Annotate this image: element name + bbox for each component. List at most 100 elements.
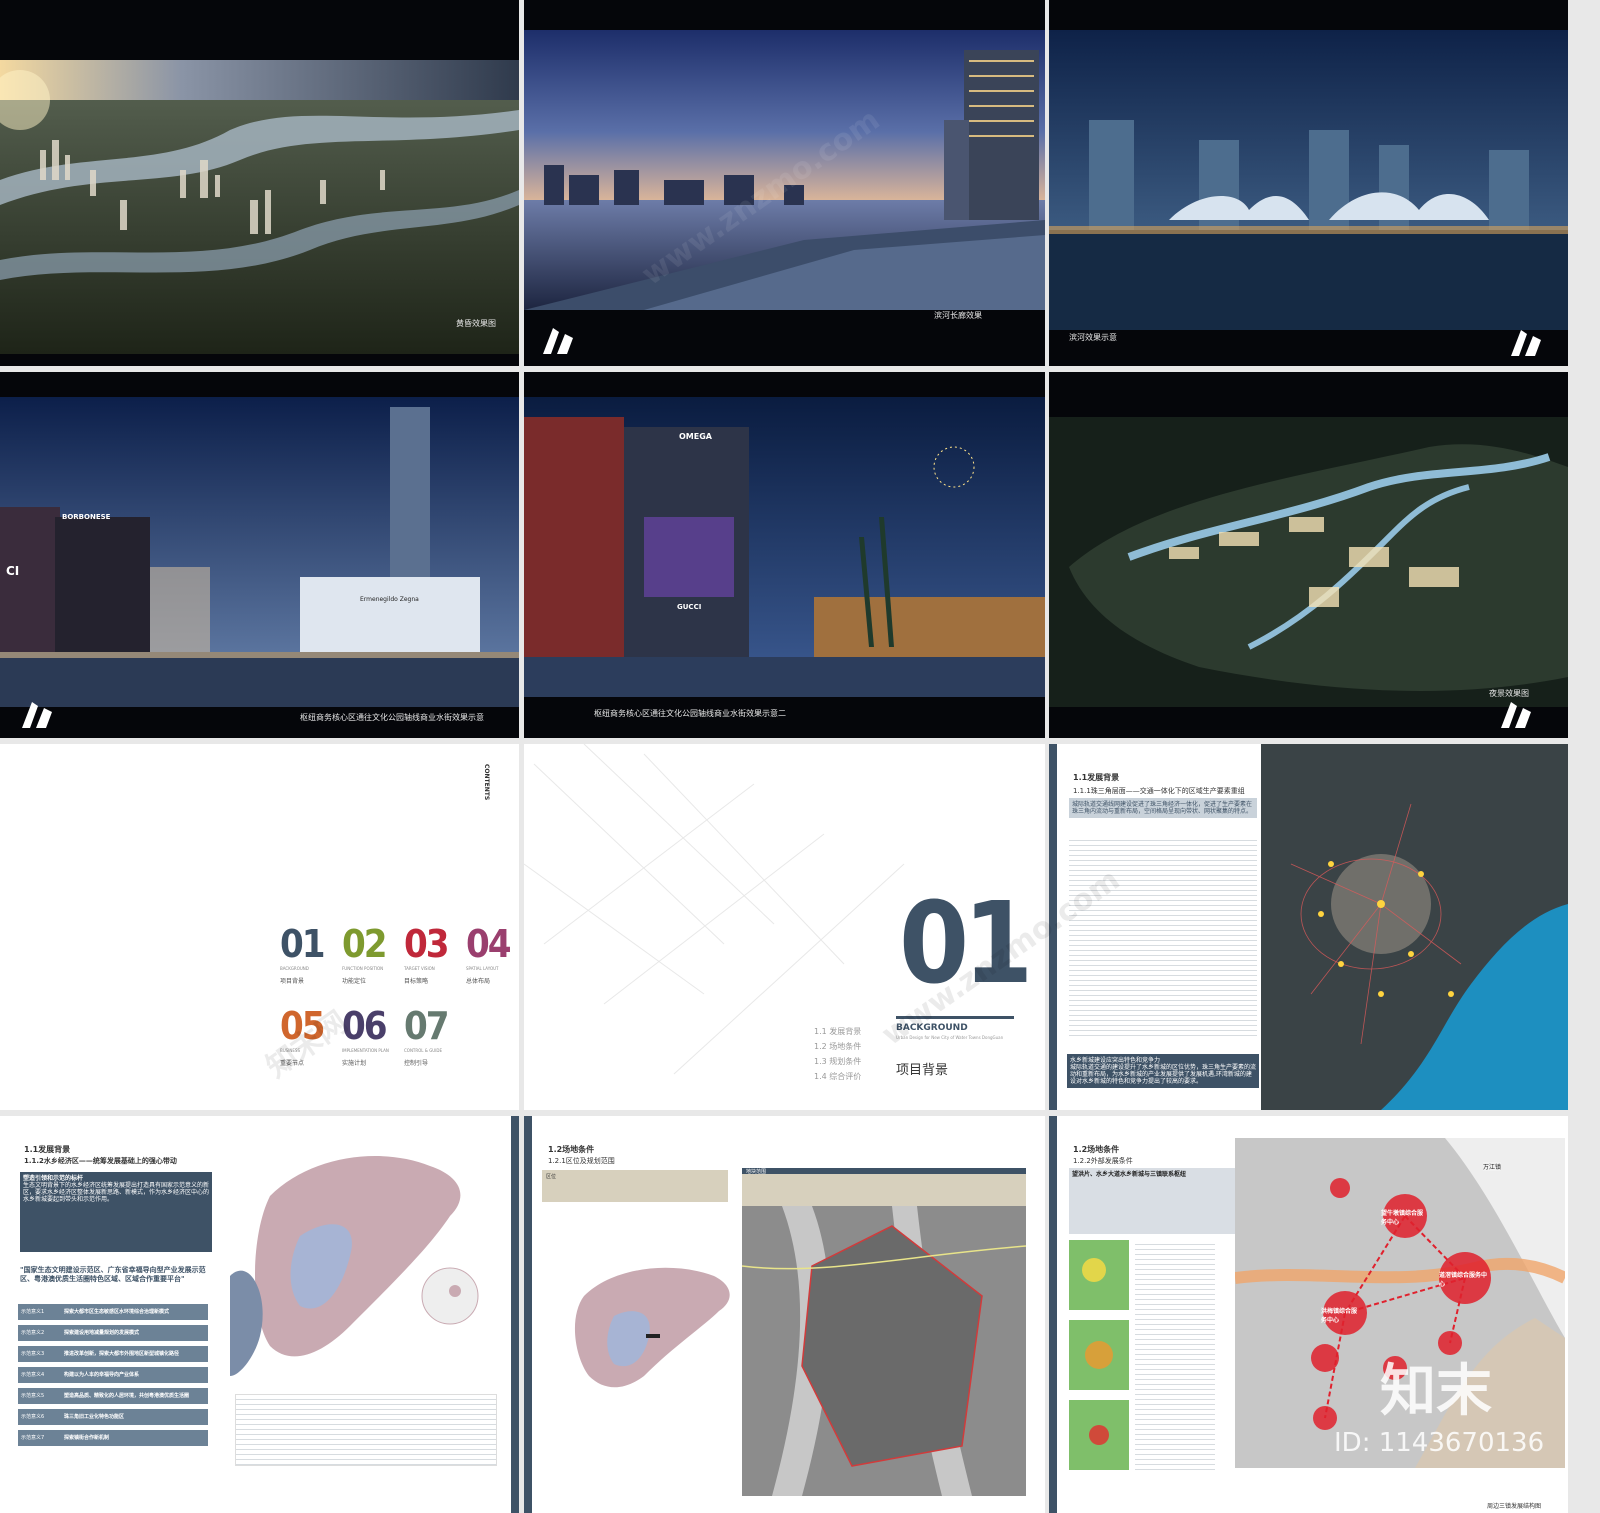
demonstration-row: 示范意义1 探索大都市区生态敏感区水环境综合治理新模式 [18,1304,208,1320]
section-title: 1.2场地条件 [1073,1145,1120,1154]
chapter-rule [896,1016,1014,1019]
contents-item-cn: 功能定位 [342,978,367,985]
chapter-english-title: BACKGROUND [896,1023,968,1033]
section-title: 1.1发展背景 [24,1145,71,1154]
page-1-1-2: 1.1发展背景 1.1.2水乡经济区——统筹发展基础上的强心带动 塑造引领和示范… [0,1116,519,1513]
demonstration-text: 推进改革创新，探索大都市外围地区新型城镇化路径 [64,1351,180,1357]
sign-text: OMEGA [679,432,712,441]
aerial-satellite-map [742,1206,1026,1496]
body-text-block [1069,836,1257,1036]
model-box: 塑造引领和示范的标杆 生态文明背景下的水乡经济区统筹发展提出打造具有国家示范意义… [20,1172,212,1252]
brand-logo-icon [22,702,52,728]
render-caption: 枢纽商务核心区通往文化公园轴线商业水街效果示意二 [594,709,786,718]
contents-item-number: 02 [342,922,388,966]
demonstration-row: 示范意义2 探索建设用地减量规划的发展模式 [18,1325,208,1341]
sign-text: GUCCI [677,603,702,611]
demonstration-tag: 示范意义2 [21,1330,45,1336]
commercial-street-render [0,397,519,707]
contents-item-cn: 项目背景 [280,978,305,985]
range-tab: 地块范围 [742,1168,1026,1208]
chapter-cn-title: 项目背景 [896,1063,949,1078]
section-subtitle: 1.2.2外部发展条件 [1073,1157,1133,1165]
sign-text: BORBONESE [62,513,111,521]
page-side-bar [1049,744,1057,1110]
render-caption: 黄昏效果图 [456,319,496,328]
render-caption: 枢纽商务核心区通往文化公园轴线商业水街效果示意 [300,713,484,722]
demonstration-row: 示范意义3 推进改革创新，探索大都市外围地区新型城镇化路径 [18,1346,208,1362]
land-use-thumbnails [1069,1240,1129,1470]
shopping-plaza-render [524,397,1045,697]
demonstration-text: 探索建设用地减量规划的发展模式 [64,1330,140,1336]
chapter-list: 1.1 发展背景 1.2 场地条件 1.3 规划条件 1.4 综合评价 [814,1024,861,1084]
contents-item-cn: 重要节点 [280,1060,305,1067]
aerial-dusk-render [0,60,519,354]
location-map [574,1267,730,1388]
page-side-bar [1049,1116,1057,1513]
demonstration-row: 示范意义6 珠三角旧工业化特色功能区 [18,1409,208,1425]
place-label: 道滘镇综合服务中心 [1439,1272,1488,1288]
demonstration-tag: 示范意义5 [21,1393,45,1399]
chapter-list-item: 1.2 场地条件 [814,1042,862,1051]
render-panel-3: 滨河效果示意 [1049,0,1568,366]
brand-logo-icon [1501,702,1531,728]
place-label: 望牛墩镇综合服务中心 [1381,1210,1424,1226]
demonstration-text: 珠三角旧工业化特色功能区 [64,1414,125,1420]
range-tab-label: 地块范围 [746,1169,767,1175]
section-subtitle: 1.1.1珠三角层面——交通一体化下的区域生产要素重组 [1073,787,1245,795]
contents-item-en: BACKGROUND [280,966,309,971]
contents-item-number: 01 [280,922,326,966]
section-title: 1.2场地条件 [548,1145,595,1154]
render-panel-6: 夜景效果图 [1049,372,1568,738]
contents-item-number: 03 [404,922,450,966]
figure-caption: 周边三镇发展结构图 [1487,1503,1542,1510]
render-panel-2: 滨河长廊效果 [524,0,1045,366]
watermark-brand: 知末 [1380,1359,1492,1424]
contents-item-cn: 目标策略 [404,978,429,985]
chapter-cover-page: 01 BACKGROUND Urban Design for New City … [524,744,1045,1110]
regional-map [1261,744,1568,1110]
demonstration-text: 塑造高品质、精致化的人居环境，共创粤港澳优质生活圈 [64,1393,190,1399]
body-text-block [235,1394,497,1466]
section-title: 1.1发展背景 [1073,773,1120,782]
page-side-bar [511,1116,519,1513]
riverside-promenade-render [524,30,1045,310]
body-text-block [1135,1240,1215,1470]
contents-item-en: TARGET VISION [404,966,435,971]
section-subtitle: 1.1.2水乡经济区——统筹发展基础上的强心带动 [24,1157,177,1165]
render-caption: 滨河长廊效果 [934,311,982,320]
brand-logo-icon [1511,330,1541,356]
section-subtitle: 1.2.1区位及规划范围 [548,1157,615,1165]
demonstration-row: 示范意义4 构建以为人本的幸福导向产业体系 [18,1367,208,1383]
demonstration-row: 示范意义7 探索镇街合作新机制 [18,1430,208,1446]
contents-item-number: 06 [342,1004,388,1048]
demonstration-tag: 示范意义4 [21,1372,45,1378]
night-aerial-render [1049,417,1568,707]
contents-item-en: SPATIAL LAYOUT [466,966,499,971]
page-side-bar [524,1116,532,1513]
district-map [230,1156,479,1376]
model-box-title: 塑造引领和示范的标杆 [23,1175,84,1182]
contents-item-number: 04 [466,922,512,966]
demonstration-text: 探索镇街合作新机制 [64,1435,110,1441]
contents-item-cn: 控制引导 [404,1060,429,1067]
contents-item-en: CONTROL & GUIDE [404,1048,443,1053]
demonstration-text: 构建以为人本的幸福导向产业体系 [64,1372,140,1378]
chapter-number: 01 [899,879,1033,1009]
demonstration-tag: 示范意义3 [21,1351,45,1357]
render-panel-1: 黄昏效果图 [0,0,519,366]
demonstration-tag: 示范意义1 [21,1309,45,1315]
highlight-box: 城际轨道交通线网建设促进了珠三角经济一体化，促进了生产要素在珠三角内流动与重新布… [1069,798,1257,818]
chapter-list-item: 1.4 综合评价 [814,1072,862,1081]
contents-item-cn: 总体布局 [466,978,491,985]
hub-box: 望洪片、水乡大道水乡新城与三镇联系枢纽 [1069,1168,1245,1234]
model-box-text: 生态文明背景下的水乡经济区统筹发展提出打造具有国家示范意义的新区，要求水乡经济区… [23,1182,210,1203]
demonstration-text: 探索大都市区生态敏感区水环境综合治理新模式 [64,1309,170,1315]
sign-text: CI [6,564,20,578]
brand-logo-icon [543,328,573,354]
chapter-list-item: 1.1 发展背景 [814,1027,862,1036]
watermark-id: ID: 1143670136 [1334,1428,1545,1458]
contents-item-number: 07 [404,1004,450,1048]
chapter-english-subtitle: Urban Design for New City of Water Towns… [896,1035,1004,1040]
quote: "国家生态文明建设示范区、广东省幸福导向型产业发展示范区、粤港澳优质生活圈特色区… [20,1266,206,1283]
render-panel-4: BORBONESE CI Ermenegildo Zegna 枢纽商务核心区通往… [0,372,519,738]
